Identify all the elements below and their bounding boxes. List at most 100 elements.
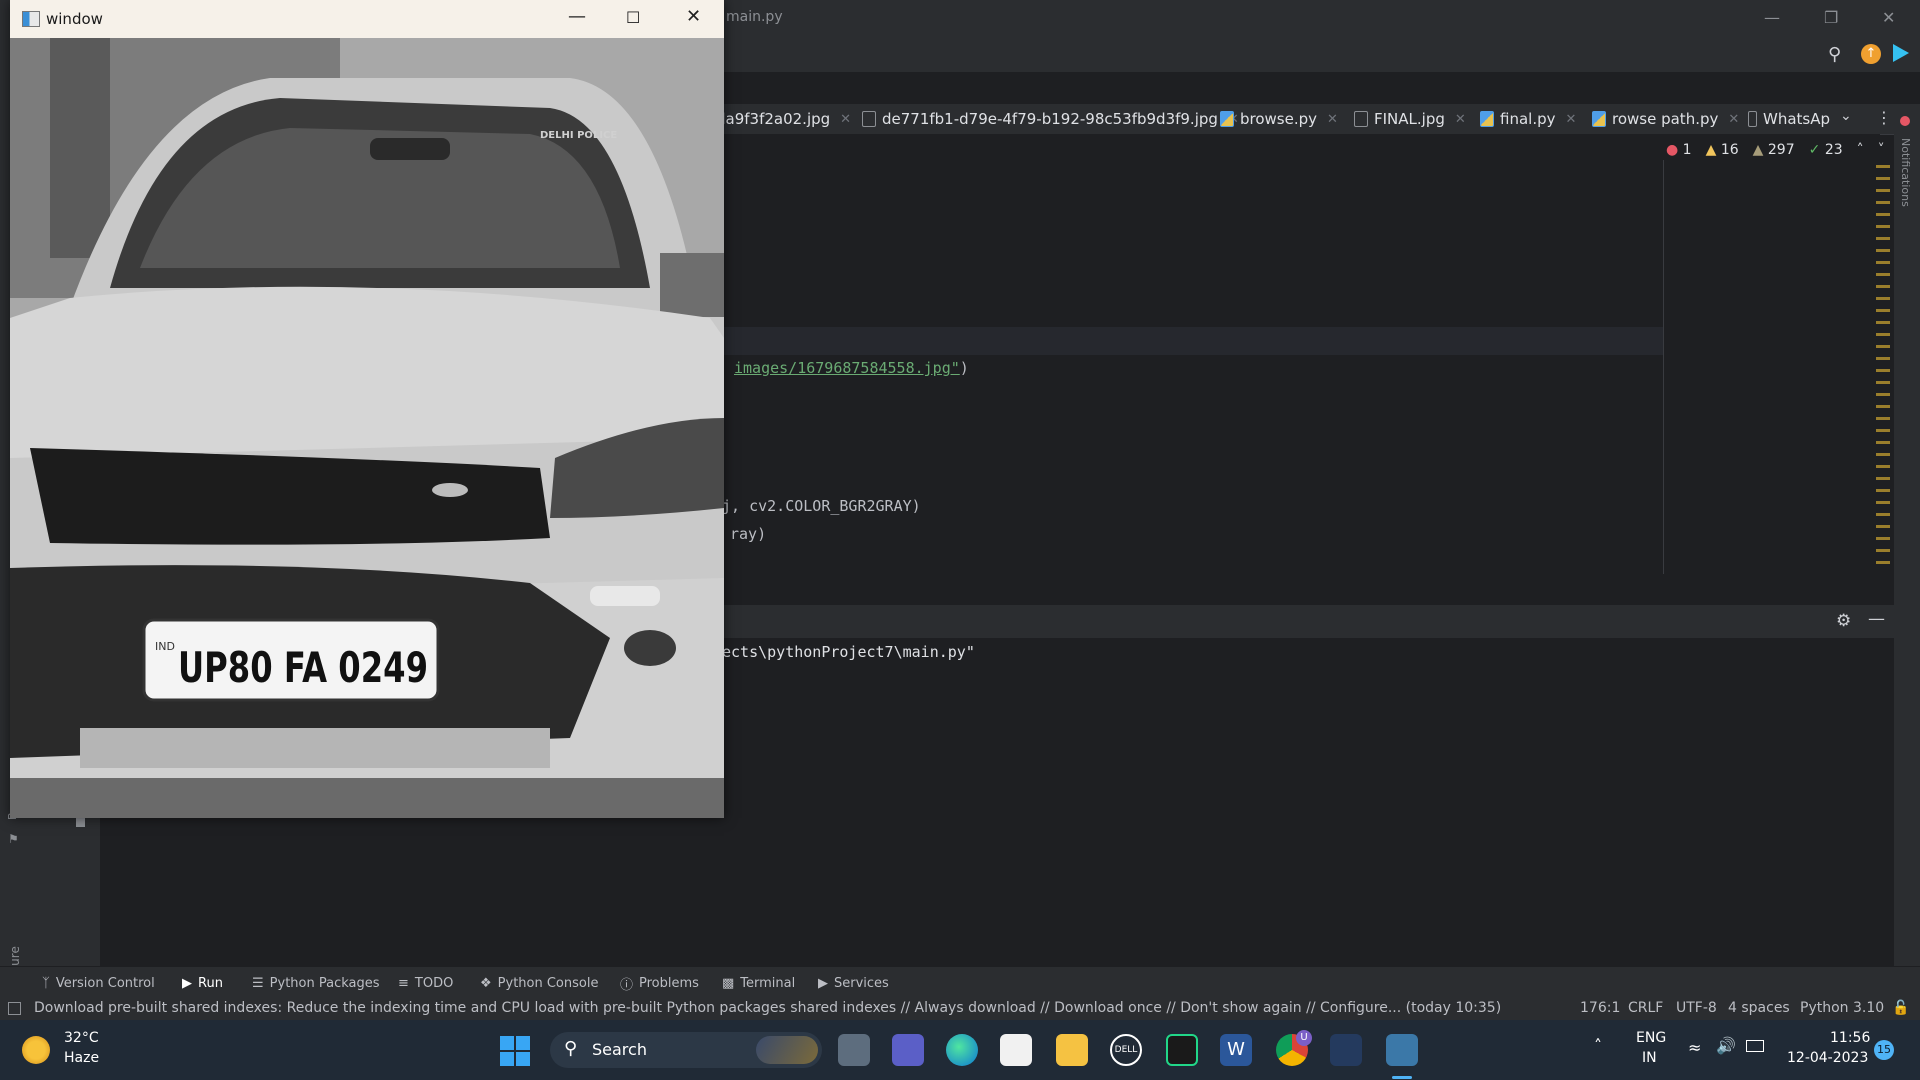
edge-browser-icon[interactable] xyxy=(946,1034,978,1066)
close-icon[interactable]: ✕ xyxy=(1455,112,1466,127)
tab-version-control[interactable]: ᛉ Version Control xyxy=(42,967,155,999)
dell-icon[interactable]: DELL xyxy=(1110,1034,1142,1066)
update-icon[interactable]: ↑ xyxy=(1861,44,1881,64)
plate-number: UP80 FA 0249 xyxy=(178,643,428,692)
code-line-cvtcolor[interactable]: j, cv2.COLOR_BGR2GRAY) xyxy=(722,497,921,515)
tab-python-packages[interactable]: ☰ Python Packages xyxy=(252,967,380,999)
python-window-icon[interactable] xyxy=(1386,1034,1418,1066)
tab-run[interactable]: ▶ Run xyxy=(182,967,223,999)
word-icon[interactable]: W xyxy=(1220,1034,1252,1066)
previous-highlight-icon[interactable]: ˄ xyxy=(1857,142,1864,158)
minimize-button[interactable]: — xyxy=(568,6,586,27)
weather-description[interactable]: Haze xyxy=(64,1050,99,1066)
tab-python-console[interactable]: ❖ Python Console xyxy=(480,967,598,999)
tab-terminal[interactable]: ▩ Terminal xyxy=(722,967,795,999)
language-region[interactable]: IN xyxy=(1642,1050,1657,1066)
bookmark-icon[interactable]: ⚑ xyxy=(8,832,19,846)
tab-jpg-2[interactable]: de771fb1-d79e-4f79-b192-98c53fb9d3f9.jpg… xyxy=(862,104,1239,134)
code-line-imread[interactable]: images/1679687584558.jpg") xyxy=(734,359,969,377)
tab-final-jpg[interactable]: FINAL.jpg ✕ xyxy=(1354,104,1466,134)
tab-label: Run xyxy=(198,975,223,991)
close-icon[interactable]: ✕ xyxy=(840,112,851,127)
ground xyxy=(10,778,724,818)
file-encoding[interactable]: UTF-8 xyxy=(1676,1000,1717,1016)
python-interpreter[interactable]: Python 3.10 xyxy=(1800,1000,1884,1016)
tab-browse-py[interactable]: browse.py ✕ xyxy=(1220,104,1338,134)
maximize-button[interactable]: ☐ xyxy=(626,8,640,27)
python-file-icon xyxy=(1480,111,1494,127)
next-highlight-icon[interactable]: ˅ xyxy=(1878,142,1885,158)
tab-label: TODO xyxy=(414,975,454,991)
ide-close-button[interactable]: ✕ xyxy=(1882,8,1895,27)
clock-date[interactable]: 12-04-2023 xyxy=(1787,1050,1868,1066)
notification-bell-icon[interactable] xyxy=(1900,116,1910,126)
tab-label: Terminal xyxy=(740,975,796,991)
start-tile xyxy=(500,1036,514,1050)
tab-final-py[interactable]: final.py ✕ xyxy=(1480,104,1576,134)
language-code[interactable]: ENG xyxy=(1636,1030,1666,1046)
taskbar-search-box[interactable]: ⚲ Search xyxy=(550,1032,822,1068)
run-icon: ▶ xyxy=(182,975,192,991)
error-stripe-marks[interactable] xyxy=(1876,165,1890,565)
error-count[interactable]: ● 1 xyxy=(1666,142,1692,158)
ide-minimize-button[interactable]: — xyxy=(1764,8,1780,27)
tab-problems[interactable]: ⓘ Problems xyxy=(620,967,699,999)
file-explorer-icon[interactable] xyxy=(1056,1034,1088,1066)
hide-panel-icon[interactable]: — xyxy=(1868,609,1885,629)
drl-strip xyxy=(590,586,660,606)
typo-count[interactable]: ✓ 23 xyxy=(1809,142,1843,158)
line-separator[interactable]: CRLF xyxy=(1628,1000,1663,1016)
weather-icon[interactable] xyxy=(22,1036,50,1064)
tab-whatsapp[interactable]: WhatsAp xyxy=(1748,104,1830,134)
close-icon[interactable]: ✕ xyxy=(1565,112,1576,127)
chevron-up-icon[interactable]: ˄ xyxy=(1594,1036,1602,1055)
status-bar: Download pre-built shared indexes: Reduc… xyxy=(0,998,1920,1020)
tab-todo[interactable]: ≡ TODO xyxy=(398,967,453,999)
weak-warning-count[interactable]: ▲ 297 xyxy=(1753,142,1795,158)
vpn-client-icon[interactable] xyxy=(1330,1034,1362,1066)
tab-rowse-path-py[interactable]: rowse path.py ✕ xyxy=(1592,104,1739,134)
windows-start-icon[interactable] xyxy=(500,1036,530,1066)
ide-restore-button[interactable]: ❐ xyxy=(1824,8,1838,27)
search-placeholder: Search xyxy=(592,1040,647,1059)
inspection-widget[interactable]: ● 1 ▲ 16 ▲ 297 ✓ 23 ˄ ˅ xyxy=(1666,142,1885,158)
search-icon[interactable]: ⚲ xyxy=(1828,44,1841,65)
skid-plate xyxy=(80,728,550,768)
volume-icon[interactable]: 🔊 xyxy=(1716,1036,1736,1055)
indent-setting[interactable]: 4 spaces xyxy=(1728,1000,1790,1016)
close-button[interactable]: ✕ xyxy=(686,6,701,27)
indexing-notification[interactable]: Download pre-built shared indexes: Reduc… xyxy=(34,1000,1501,1016)
notifications-tool-label[interactable]: Notifications xyxy=(1899,138,1912,207)
active-app-indicator xyxy=(1392,1076,1412,1079)
tab-services[interactable]: ▶ Services xyxy=(818,967,889,999)
toggle-tool-windows-icon[interactable] xyxy=(8,1002,21,1015)
wifi-icon[interactable]: ≈ xyxy=(1688,1038,1701,1057)
task-view-icon[interactable] xyxy=(838,1034,870,1066)
stop-icon[interactable] xyxy=(76,818,85,827)
ai-assistant-icon[interactable] xyxy=(1893,44,1909,62)
close-icon[interactable]: ✕ xyxy=(1728,112,1739,127)
notification-count-badge[interactable]: 15 xyxy=(1874,1040,1894,1060)
battery-icon[interactable] xyxy=(1746,1040,1764,1052)
gear-icon[interactable]: ⚙ xyxy=(1836,611,1851,631)
more-options-icon[interactable]: ⋮ xyxy=(1876,108,1892,127)
lock-icon[interactable]: 🔓 xyxy=(1892,1000,1909,1016)
string-literal: images/1679687584558.jpg" xyxy=(734,359,960,377)
warning-count[interactable]: ▲ 16 xyxy=(1706,142,1739,158)
weather-temperature[interactable]: 32°C xyxy=(64,1030,99,1046)
teams-chat-icon[interactable] xyxy=(892,1034,924,1066)
grayscale-car-image: DELHI POLICE IND UP80 FA 0249 xyxy=(10,38,724,818)
bottom-tool-tabs: ᛉ Version Control ▶ Run ☰ Python Packages ≡… xyxy=(0,966,1920,999)
caret-position[interactable]: 176:1 xyxy=(1580,1000,1620,1016)
code-line-imshow[interactable]: ray) xyxy=(730,525,766,543)
clock-time[interactable]: 11:56 xyxy=(1830,1030,1870,1046)
chevron-down-icon[interactable]: ⌄ xyxy=(1840,108,1852,124)
tab-jpg-1[interactable]: da9f3f2a02.jpg ✕ xyxy=(716,104,851,134)
image-window[interactable]: window — ☐ ✕ DELHI POLICE IND UP80 FA 02 xyxy=(10,0,724,818)
image-window-titlebar[interactable]: window — ☐ ✕ xyxy=(10,0,724,38)
pycharm-icon[interactable] xyxy=(1166,1034,1198,1066)
microsoft-store-icon[interactable] xyxy=(1000,1034,1032,1066)
close-icon[interactable]: ✕ xyxy=(1327,112,1338,127)
plate-country-code: IND xyxy=(155,640,175,653)
tab-label: WhatsAp xyxy=(1762,110,1830,128)
